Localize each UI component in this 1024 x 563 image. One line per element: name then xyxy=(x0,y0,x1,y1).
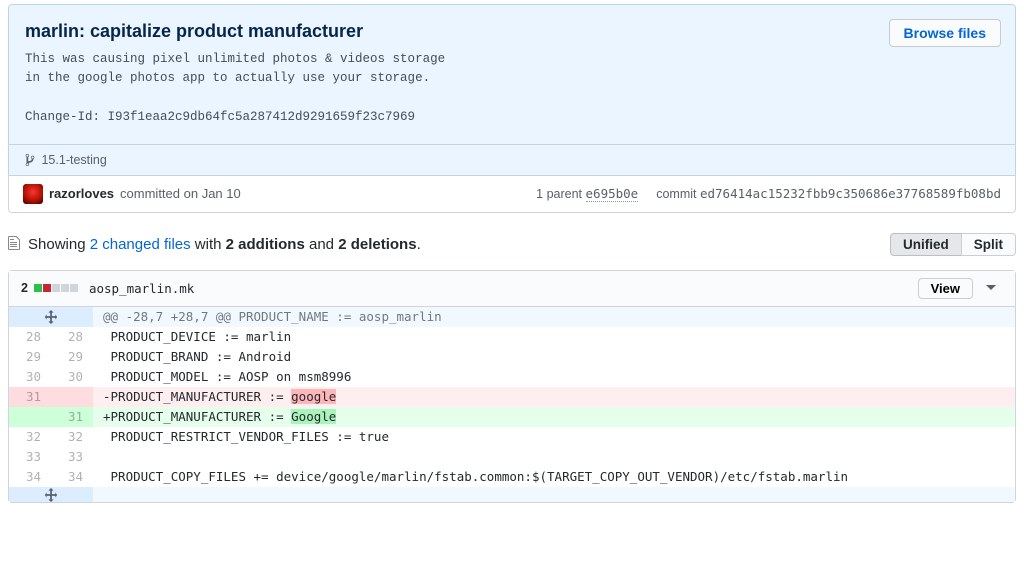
code-cell: +PRODUCT_MANUFACTURER := Google xyxy=(93,407,1015,427)
code-cell: PRODUCT_COPY_FILES += device/google/marl… xyxy=(93,467,1015,487)
new-line-number[interactable]: 30 xyxy=(51,367,93,387)
old-line-number[interactable]: 33 xyxy=(9,447,51,467)
hunk-header: @@ -28,7 +28,7 @@ PRODUCT_NAME := aosp_m… xyxy=(9,307,1015,327)
diff-table: @@ -28,7 +28,7 @@ PRODUCT_NAME := aosp_m… xyxy=(9,307,1015,502)
split-view-button[interactable]: Split xyxy=(961,233,1016,256)
branch-bar: 15.1-testing xyxy=(8,145,1016,176)
code-cell: PRODUCT_MODEL := AOSP on msm8996 xyxy=(93,367,1015,387)
new-line-number[interactable]: 31 xyxy=(51,407,93,427)
new-line-number[interactable] xyxy=(51,387,93,407)
diff-line: 3333 xyxy=(9,447,1015,467)
diff-line: 2828 PRODUCT_DEVICE := marlin xyxy=(9,327,1015,347)
code-cell: PRODUCT_RESTRICT_VENDOR_FILES := true xyxy=(93,427,1015,447)
commit-meta-bar: razorloves committed on Jan 10 1 parent … xyxy=(8,176,1016,213)
old-line-number[interactable]: 28 xyxy=(9,327,51,347)
hunk-expand-bottom xyxy=(9,487,1015,502)
new-line-number[interactable]: 29 xyxy=(51,347,93,367)
diff-summary-bar: Showing 2 changed files with 2 additions… xyxy=(8,233,1016,256)
file-name[interactable]: aosp_marlin.mk xyxy=(89,281,194,296)
changed-files-link[interactable]: 2 changed files xyxy=(90,236,191,253)
chevron-down-icon[interactable] xyxy=(979,281,1003,295)
file-diff-box: 2 aosp_marlin.mk View @@ -28,7 +28,7 @@ … xyxy=(8,270,1016,503)
diff-line: 31+PRODUCT_MANUFACTURER := Google xyxy=(9,407,1015,427)
parent-info: 1 parent e695b0e xyxy=(536,186,638,201)
diff-line: 2929 PRODUCT_BRAND := Android xyxy=(9,347,1015,367)
view-file-button[interactable]: View xyxy=(918,278,973,299)
file-header: 2 aosp_marlin.mk View xyxy=(9,271,1015,307)
browse-files-button[interactable]: Browse files xyxy=(889,19,1001,47)
old-line-number[interactable]: 32 xyxy=(9,427,51,447)
expand-icon[interactable] xyxy=(9,307,93,327)
commit-info: commit ed76414ac15232fbb9c350686e3776858… xyxy=(656,186,1001,201)
code-cell: -PRODUCT_MANUFACTURER := google xyxy=(93,387,1015,407)
parent-sha-link[interactable]: e695b0e xyxy=(586,186,639,202)
unified-view-button[interactable]: Unified xyxy=(890,233,961,256)
code-cell: PRODUCT_BRAND := Android xyxy=(93,347,1015,367)
new-line-number[interactable]: 28 xyxy=(51,327,93,347)
diffstat-icon[interactable] xyxy=(34,281,79,295)
commit-header-box: Browse files marlin: capitalize product … xyxy=(8,4,1016,145)
hunk-header-text: @@ -28,7 +28,7 @@ PRODUCT_NAME := aosp_m… xyxy=(93,307,1015,327)
commit-title: marlin: capitalize product manufacturer xyxy=(25,21,999,42)
commit-sha: ed76414ac15232fbb9c350686e37768589fb08bd xyxy=(700,186,1001,201)
new-line-number[interactable]: 34 xyxy=(51,467,93,487)
author-link[interactable]: razorloves xyxy=(49,186,114,201)
file-diff-icon xyxy=(8,235,22,254)
new-line-number[interactable]: 32 xyxy=(51,427,93,447)
new-line-number[interactable]: 33 xyxy=(51,447,93,467)
old-line-number[interactable]: 30 xyxy=(9,367,51,387)
expand-icon[interactable] xyxy=(9,487,93,502)
diff-summary-text: Showing 2 changed files with 2 additions… xyxy=(28,236,421,253)
committed-text: committed on Jan 10 xyxy=(120,186,241,201)
diff-line: 3030 PRODUCT_MODEL := AOSP on msm8996 xyxy=(9,367,1015,387)
code-cell: PRODUCT_DEVICE := marlin xyxy=(93,327,1015,347)
old-line-number[interactable]: 34 xyxy=(9,467,51,487)
avatar[interactable] xyxy=(23,184,43,204)
old-line-number[interactable] xyxy=(9,407,51,427)
old-line-number[interactable]: 29 xyxy=(9,347,51,367)
diff-line: 31 -PRODUCT_MANUFACTURER := google xyxy=(9,387,1015,407)
diff-view-toggle: Unified Split xyxy=(890,233,1016,256)
old-line-number[interactable]: 31 xyxy=(9,387,51,407)
diff-line: 3434 PRODUCT_COPY_FILES += device/google… xyxy=(9,467,1015,487)
change-count: 2 xyxy=(21,281,28,295)
diff-line: 3232 PRODUCT_RESTRICT_VENDOR_FILES := tr… xyxy=(9,427,1015,447)
branch-name[interactable]: 15.1-testing xyxy=(41,153,106,167)
commit-description: This was causing pixel unlimited photos … xyxy=(25,50,999,128)
branch-icon xyxy=(25,153,35,167)
code-cell xyxy=(93,447,1015,467)
